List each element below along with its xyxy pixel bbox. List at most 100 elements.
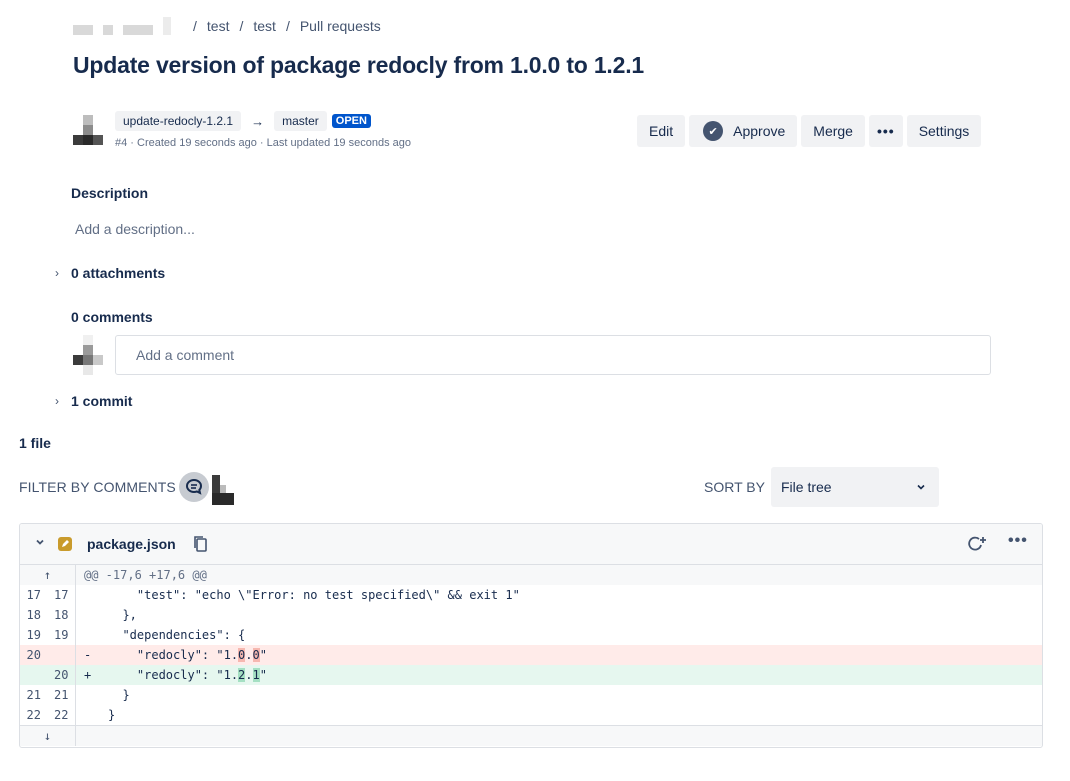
new-line-number: 20 <box>54 668 69 682</box>
description-heading: Description <box>71 185 149 201</box>
code-text: }, <box>108 608 137 622</box>
code-line: - "redocly": "1. 0. 0 " <box>76 645 1042 665</box>
file-diff: package.json ••• ↑ @@ -17,6 +17,6 @@ 17 1… <box>19 523 1043 748</box>
breadcrumb: / test / test / Pull requests <box>73 17 381 35</box>
sort-select[interactable]: File tree <box>771 467 939 507</box>
code-text: "dependencies": { <box>108 628 246 642</box>
changed-token: 0 <box>252 648 260 662</box>
line-numbers[interactable]: 22 22 <box>20 705 76 725</box>
filter-label: FILTER BY COMMENTS <box>19 479 176 495</box>
context-line: 19 19 "dependencies": { <box>20 625 1042 645</box>
diff-filename[interactable]: package.json <box>87 536 176 552</box>
chevron-right-icon: › <box>55 394 59 408</box>
code-line: "test": "echo \"Error: no test specified… <box>76 585 1042 605</box>
code-text: } <box>108 688 130 702</box>
diff-sign: - <box>84 648 92 662</box>
chevron-right-icon: › <box>55 266 59 280</box>
breadcrumb-pull-requests[interactable]: Pull requests <box>300 18 381 34</box>
comment-filter-icon[interactable] <box>179 472 209 502</box>
diff-header: package.json ••• <box>20 524 1042 565</box>
source-branch[interactable]: update-redocly-1.2.1 <box>115 111 242 131</box>
code-text: " <box>259 668 267 682</box>
page-title: Update version of package redocly from 1… <box>73 52 644 78</box>
old-line-number: 18 <box>26 608 41 622</box>
check-circle-icon: ✔ <box>703 121 724 141</box>
author-avatar[interactable] <box>73 115 103 145</box>
chevron-down-icon[interactable] <box>34 536 46 551</box>
old-line-number: 19 <box>26 628 41 642</box>
line-numbers[interactable]: 21 21 <box>20 685 76 705</box>
files-count: 1 file <box>19 435 51 451</box>
attachments-label: 0 attachments <box>71 265 166 281</box>
comments-heading: 0 comments <box>71 309 153 325</box>
code-text: "redocly": "1. <box>108 648 239 662</box>
code-line: } <box>76 705 1042 725</box>
commits-toggle[interactable]: › 1 commit <box>55 393 132 409</box>
new-line-number: 21 <box>54 688 69 702</box>
new-line-number: 18 <box>54 608 69 622</box>
new-line-number: 22 <box>54 708 69 722</box>
more-actions-button[interactable]: ••• <box>868 115 903 147</box>
line-numbers[interactable]: 20 <box>20 645 76 665</box>
code-text: } <box>108 708 116 722</box>
commits-label: 1 commit <box>71 393 133 409</box>
code-text: "redocly": "1. <box>108 668 239 682</box>
line-numbers[interactable]: 18 18 <box>20 605 76 625</box>
breadcrumb-project[interactable]: test <box>207 18 230 34</box>
hunk-header: @@ -17,6 +17,6 @@ <box>76 565 1042 585</box>
added-line: 20 + "redocly": "1. 2. 1 " <box>20 665 1042 685</box>
context-line: 17 17 "test": "echo \"Error: no test spec… <box>20 585 1042 605</box>
approve-label: Approve <box>733 123 786 139</box>
code-text: . <box>245 668 253 682</box>
line-numbers[interactable]: 17 17 <box>20 585 76 605</box>
reviewer-filter-avatar[interactable] <box>212 475 234 505</box>
sort-label: SORT BY <box>704 479 765 495</box>
old-line-number: 20 <box>26 648 41 662</box>
more-icon[interactable]: ••• <box>1008 532 1028 550</box>
approve-button[interactable]: ✔ Approve <box>689 115 798 147</box>
chevron-down-icon <box>917 484 925 490</box>
changed-token: 2 <box>238 668 246 682</box>
line-numbers[interactable]: 20 <box>20 665 76 685</box>
copy-icon[interactable] <box>192 535 210 558</box>
merge-button[interactable]: Merge <box>801 115 865 147</box>
attachments-toggle[interactable]: › 0 attachments <box>55 265 165 281</box>
code-text: " <box>259 648 267 662</box>
new-line-number: 17 <box>54 588 69 602</box>
line-numbers[interactable]: 19 19 <box>20 625 76 645</box>
workspace-avatar[interactable] <box>73 17 173 35</box>
arrow-up-icon[interactable]: ↑ <box>20 565 76 585</box>
old-line-number: 22 <box>26 708 41 722</box>
old-line-number: 17 <box>26 588 41 602</box>
code-line: }, <box>76 605 1042 625</box>
code-line: "dependencies": { <box>76 625 1042 645</box>
branch-row: update-redocly-1.2.1 → master OPEN <box>115 111 371 131</box>
code-line: + "redocly": "1. 2. 1 " <box>76 665 1042 685</box>
old-line-number: 21 <box>26 688 41 702</box>
target-branch[interactable]: master <box>274 111 327 131</box>
diff-sign: + <box>84 668 92 682</box>
deleted-line: 20- "redocly": "1. 0. 0 " <box>20 645 1042 665</box>
context-line: 21 21 } <box>20 685 1042 705</box>
new-line-number: 19 <box>54 628 69 642</box>
code-text: . <box>245 648 253 662</box>
breadcrumb-separator: / <box>193 18 197 34</box>
edit-button[interactable]: Edit <box>637 115 686 147</box>
current-user-avatar <box>73 335 103 375</box>
changed-token: 1 <box>252 668 260 682</box>
settings-button[interactable]: Settings <box>906 115 982 147</box>
expand-row: ↓ <box>20 725 1042 746</box>
arrow-down-icon[interactable]: ↓ <box>20 725 76 746</box>
context-line: 22 22} <box>20 705 1042 725</box>
breadcrumb-repo[interactable]: test <box>253 18 276 34</box>
pr-meta: #4 · Created 19 seconds ago · Last updat… <box>115 137 411 149</box>
description-input[interactable]: Add a description... <box>75 221 195 237</box>
pencil-icon <box>58 537 72 551</box>
sort-selected-value: File tree <box>781 479 832 495</box>
expand-space <box>76 725 1042 746</box>
refresh-comment-icon[interactable] <box>966 534 988 559</box>
comment-input[interactable]: Add a comment <box>115 335 991 375</box>
code-line: } <box>76 685 1042 705</box>
arrow-right-icon: → <box>251 113 265 129</box>
status-badge: OPEN <box>331 114 371 128</box>
